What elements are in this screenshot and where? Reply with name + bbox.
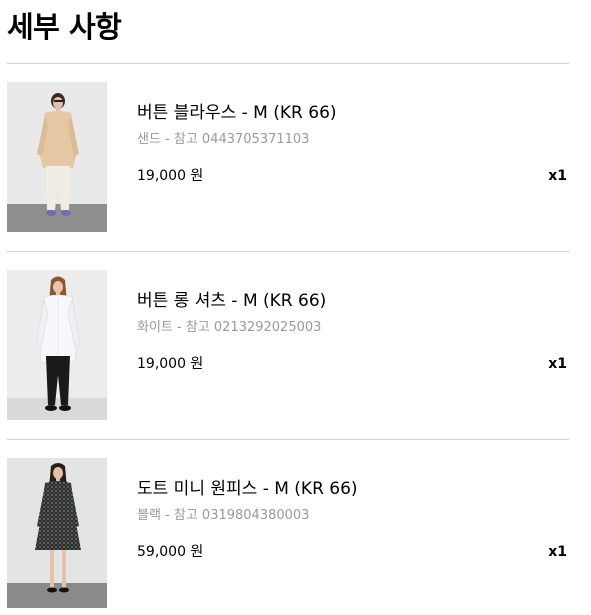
order-item: 버튼 롱 셔츠 - M (KR 66) 화이트 - 참고 02132920250…: [0, 270, 591, 438]
order-details-page: 세부 사항 버튼 블라우스 - M (KR 66) 샌드 - 참고 044370…: [0, 0, 591, 615]
divider: [7, 439, 569, 440]
product-quantity: x1: [548, 168, 567, 184]
product-image[interactable]: [7, 458, 107, 608]
divider: [7, 63, 569, 64]
product-image[interactable]: [7, 82, 107, 232]
product-quantity: x1: [548, 356, 567, 372]
product-name[interactable]: 버튼 블라우스 - M (KR 66): [137, 102, 337, 124]
product-image[interactable]: [7, 270, 107, 420]
product-photo-sand-blouse: [7, 82, 107, 232]
product-price: 59,000 원: [137, 544, 204, 560]
order-item: 도트 미니 원피스 - M (KR 66) 블랙 - 참고 0319804380…: [0, 458, 591, 615]
product-photo-black-dot-dress: [7, 458, 107, 608]
product-price: 19,000 원: [137, 168, 204, 184]
product-name[interactable]: 도트 미니 원피스 - M (KR 66): [137, 478, 358, 500]
product-quantity: x1: [548, 544, 567, 560]
divider: [7, 251, 569, 252]
section-title: 세부 사항: [7, 10, 122, 44]
product-color-ref: 블랙 - 참고 0319804380003: [137, 508, 310, 523]
product-photo-white-long-shirt: [7, 270, 107, 420]
product-color-ref: 샌드 - 참고 0443705371103: [137, 132, 310, 147]
product-price: 19,000 원: [137, 356, 204, 372]
product-name[interactable]: 버튼 롱 셔츠 - M (KR 66): [137, 290, 326, 312]
product-color-ref: 화이트 - 참고 0213292025003: [137, 320, 322, 335]
order-item: 버튼 블라우스 - M (KR 66) 샌드 - 참고 044370537110…: [0, 82, 591, 250]
